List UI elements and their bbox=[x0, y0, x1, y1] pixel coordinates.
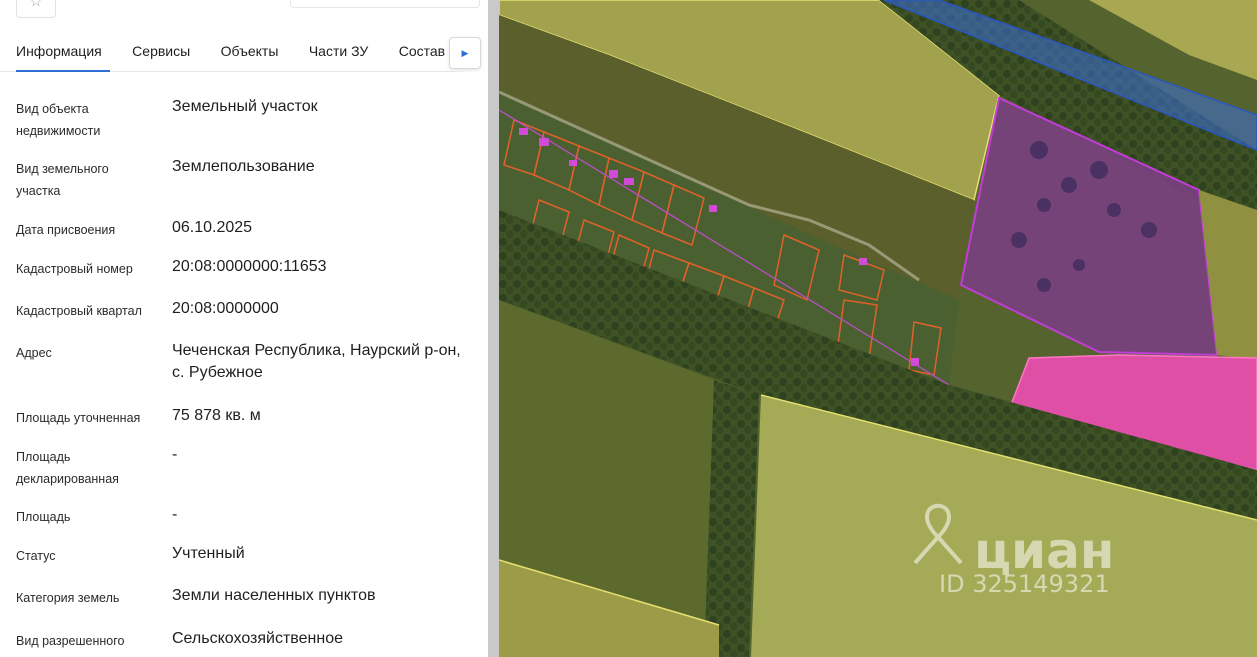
property-label: Площадь декларированная bbox=[16, 450, 119, 486]
property-value: 20:08:0000000:11653 bbox=[172, 258, 327, 275]
map-view[interactable]: циан ID 325149321 bbox=[499, 0, 1257, 657]
tab-services[interactable]: Сервисы bbox=[132, 30, 190, 72]
tab-parts[interactable]: Части ЗУ bbox=[309, 30, 368, 72]
top-input-edge bbox=[290, 0, 480, 8]
property-value: Сельскохозяйственное bbox=[172, 630, 343, 647]
panel-resize-handle[interactable] bbox=[488, 0, 499, 657]
property-label: Статус bbox=[16, 549, 56, 563]
property-label: Дата присвоения bbox=[16, 223, 116, 237]
property-value: - bbox=[172, 506, 178, 523]
watermark-id: ID 325149321 bbox=[939, 570, 1110, 598]
tab-objects[interactable]: Объекты bbox=[221, 30, 279, 72]
property-value: - bbox=[172, 446, 178, 463]
chevron-right-icon: ▶ bbox=[461, 47, 469, 58]
property-label: Адрес bbox=[16, 346, 52, 360]
tab-information[interactable]: Информация bbox=[16, 30, 110, 72]
property-label: Кадастровый номер bbox=[16, 262, 133, 276]
property-value: 06.10.2025 bbox=[172, 219, 253, 236]
property-label: Категория земель bbox=[16, 591, 120, 605]
property-value: Чеченская Республика, Наурский р-он, с. … bbox=[172, 342, 461, 381]
property-label: Вид земельного участка bbox=[16, 162, 109, 198]
tab-composition[interactable]: Состав bbox=[399, 30, 445, 72]
property-value: Земельный участок bbox=[172, 98, 318, 115]
tab-bar: Информация Сервисы Объекты Части ЗУ Сост… bbox=[0, 30, 488, 72]
property-label: Кадастровый квартал bbox=[16, 304, 142, 318]
property-value: Землепользование bbox=[172, 158, 315, 175]
property-value: Учтенный bbox=[172, 545, 245, 562]
property-value: 75 878 кв. м bbox=[172, 407, 261, 424]
property-label: Площадь bbox=[16, 510, 71, 524]
favorite-button[interactable]: ☆ bbox=[16, 0, 56, 18]
property-value: 20:08:0000000 bbox=[172, 300, 279, 317]
property-label: Вид разрешенного bbox=[16, 634, 125, 648]
satellite-map: циан ID 325149321 bbox=[499, 0, 1257, 657]
property-label: Площадь уточненная bbox=[16, 411, 141, 425]
star-icon: ☆ bbox=[29, 0, 43, 10]
property-value: Земли населенных пунктов bbox=[172, 587, 376, 604]
info-panel: ☆ Информация Сервисы Объекты Части ЗУ Со… bbox=[0, 0, 488, 657]
tabs-scroll-right-button[interactable]: ▶ bbox=[449, 37, 481, 69]
property-label: Вид объекта недвижимости bbox=[16, 102, 101, 138]
